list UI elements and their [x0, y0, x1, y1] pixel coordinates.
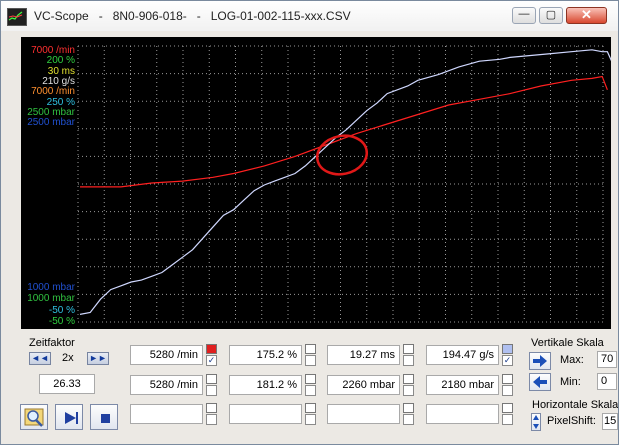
- channel-color-swatch[interactable]: [206, 374, 217, 384]
- channel-color-swatch[interactable]: [403, 344, 414, 354]
- arrow-left-icon: [533, 376, 547, 388]
- zoom-factor-value: 2x: [62, 352, 74, 364]
- channel-visible-checkbox[interactable]: [403, 355, 414, 366]
- scale-label-top: 200 %: [46, 55, 75, 67]
- scope-plot-area[interactable]: 7000 /min 200 % 30 ms 210 g/s 7000 /min 250 %…: [21, 37, 611, 329]
- channel-color-swatch[interactable]: [502, 374, 513, 384]
- play-icon: [65, 412, 78, 424]
- vc-scope-app-icon: [7, 8, 27, 26]
- window-title: VC-Scope - 8N0-906-018- - LOG-01-002-115…: [34, 9, 351, 23]
- channel-visible-checkbox[interactable]: ✓: [502, 355, 513, 366]
- channel-value-field[interactable]: 194.47 g/s: [426, 345, 499, 365]
- vc-scope-window: VC-Scope - 8N0-906-018- - LOG-01-002-115…: [0, 0, 619, 445]
- channel-visible-checkbox[interactable]: [403, 414, 414, 425]
- channel-color-swatch[interactable]: [305, 403, 316, 413]
- channel-color-swatch[interactable]: [305, 374, 316, 384]
- channel-color-swatch[interactable]: [305, 344, 316, 354]
- channel-color-swatch[interactable]: [206, 344, 217, 354]
- scale-label-bottom: -50 %: [48, 304, 75, 316]
- rewind-icon: ◄◄: [31, 353, 49, 363]
- channel-value-field[interactable]: 5280 /min: [130, 375, 203, 395]
- channel-value-field[interactable]: [426, 404, 499, 424]
- maximize-icon: ▢: [545, 9, 557, 21]
- vertikale-skala-label: Vertikale Skala: [531, 337, 604, 349]
- zoom-in-button[interactable]: ►►: [87, 352, 109, 365]
- channel-value-field[interactable]: [130, 404, 203, 424]
- channel-visible-checkbox[interactable]: [502, 385, 513, 396]
- max-value-input[interactable]: 70: [597, 351, 617, 368]
- spinner-arrows-icon: [533, 415, 539, 429]
- channel-value-field[interactable]: 175.2 %: [229, 345, 302, 365]
- channel-value-field[interactable]: 181.2 %: [229, 375, 302, 395]
- vertical-scale-max-button[interactable]: [529, 352, 551, 370]
- min-label: Min:: [560, 376, 581, 388]
- pixelshift-label: PixelShift:: [547, 415, 596, 427]
- channel-value-field[interactable]: 19.27 ms: [327, 345, 400, 365]
- channel-value-field[interactable]: 5280 /min: [130, 345, 203, 365]
- arrow-right-icon: [533, 355, 547, 367]
- channel-visible-checkbox[interactable]: [305, 414, 316, 425]
- horizontale-skala-label: Horizontale Skala: [532, 399, 619, 411]
- channel-visible-checkbox[interactable]: [403, 385, 414, 396]
- stop-icon: [101, 414, 110, 423]
- channel-color-swatch[interactable]: [206, 403, 217, 413]
- maximize-button[interactable]: ▢: [539, 7, 563, 24]
- scale-label-bottom: -50 %: [48, 315, 75, 327]
- scale-label-top: 2500 mbar: [27, 117, 75, 129]
- close-button[interactable]: ✕: [566, 7, 607, 24]
- channel-visible-checkbox[interactable]: [305, 355, 316, 366]
- scope-chart-svg: [77, 45, 611, 323]
- magnifier-icon: [24, 408, 44, 427]
- fast-forward-icon: ►►: [89, 353, 107, 363]
- minimize-icon: —: [518, 8, 530, 20]
- channel-color-swatch[interactable]: [403, 374, 414, 384]
- channel-visible-checkbox[interactable]: [206, 385, 217, 396]
- channel-visible-checkbox[interactable]: [305, 385, 316, 396]
- zoom-out-button[interactable]: ◄◄: [29, 352, 51, 365]
- channel-value-field[interactable]: 2260 mbar: [327, 375, 400, 395]
- channel-visible-checkbox[interactable]: ✓: [206, 355, 217, 366]
- zeitfaktor-label: Zeitfaktor: [29, 337, 75, 349]
- channel-visible-checkbox[interactable]: [206, 414, 217, 425]
- min-value-input[interactable]: 0: [597, 373, 617, 390]
- title-bar[interactable]: VC-Scope - 8N0-906-018- - LOG-01-002-115…: [1, 1, 618, 31]
- channel-value-field[interactable]: [229, 404, 302, 424]
- channel-color-swatch[interactable]: [502, 403, 513, 413]
- channel-value-field[interactable]: [327, 404, 400, 424]
- scale-label-top: 250 %: [46, 96, 75, 108]
- pixelshift-spinner[interactable]: [531, 413, 541, 431]
- scale-label-top: 7000 /min: [31, 86, 75, 98]
- close-icon: ✕: [581, 7, 592, 22]
- stop-button[interactable]: [90, 404, 118, 430]
- zoom-search-button[interactable]: [20, 404, 48, 430]
- channel-visible-checkbox[interactable]: [502, 414, 513, 425]
- play-button[interactable]: [55, 404, 83, 430]
- channel-color-swatch[interactable]: [403, 403, 414, 413]
- pixelshift-value-input[interactable]: 15: [602, 413, 618, 430]
- channel-color-swatch[interactable]: [502, 344, 513, 354]
- channel-value-field[interactable]: 2180 mbar: [426, 375, 499, 395]
- scale-label-bottom: 1000 mbar: [27, 293, 75, 305]
- time-position-field[interactable]: 26.33: [39, 374, 95, 394]
- vertical-scale-min-button[interactable]: [529, 373, 551, 391]
- series-line-1: [79, 49, 611, 315]
- max-label: Max:: [560, 354, 584, 366]
- scale-label-bottom: 1000 mbar: [27, 282, 75, 293]
- minimize-button[interactable]: —: [512, 7, 536, 24]
